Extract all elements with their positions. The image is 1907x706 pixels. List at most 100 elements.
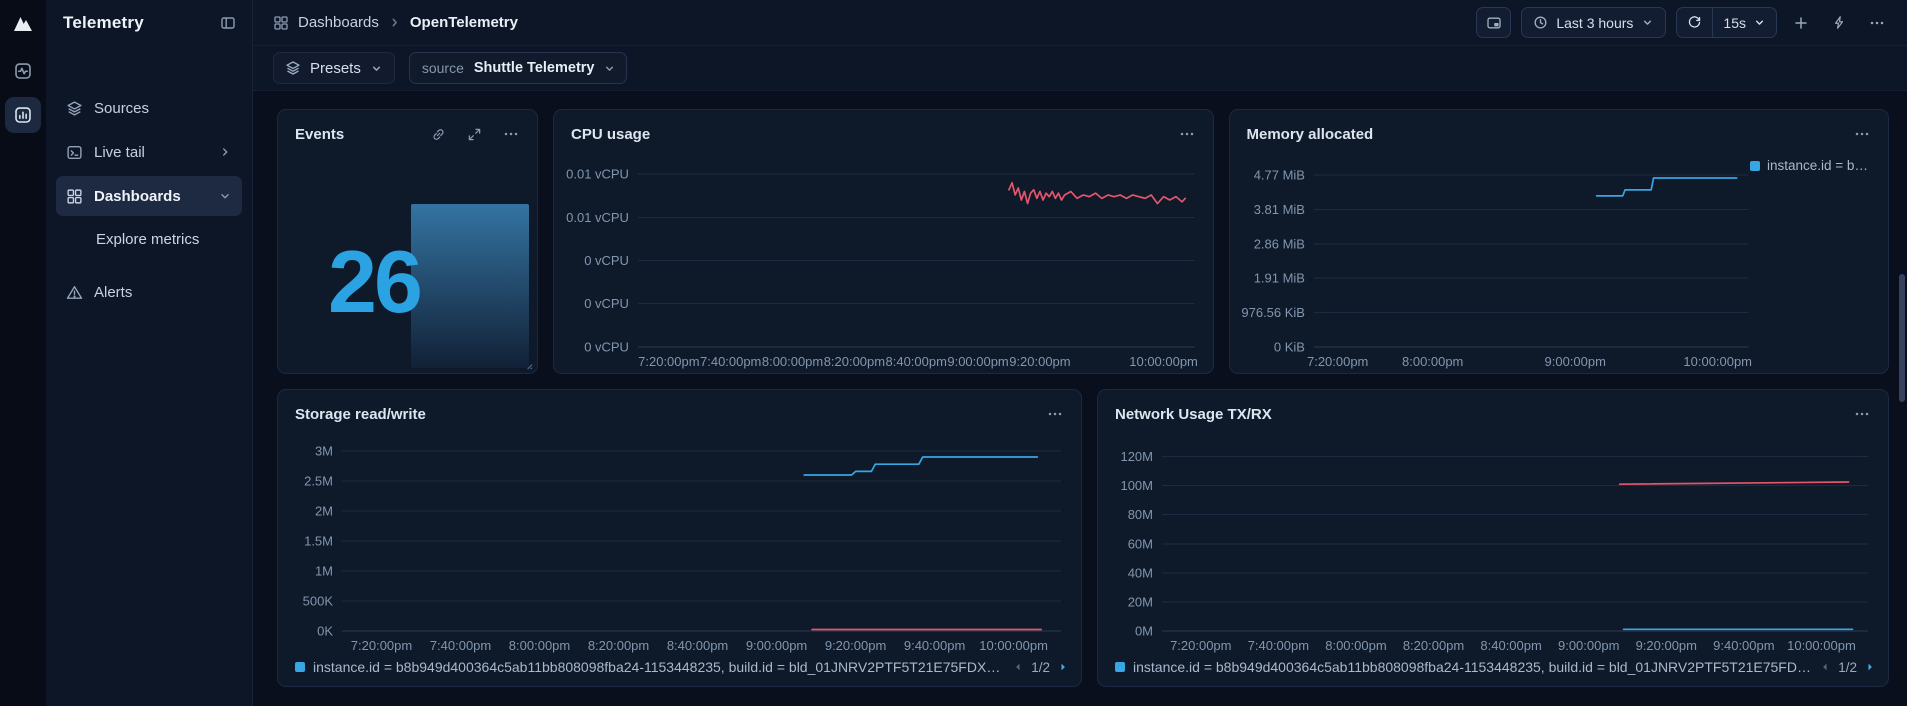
chevron-down-icon [1753, 16, 1766, 29]
rail-telemetry-button[interactable] [5, 97, 41, 133]
panel-left-icon [220, 15, 236, 31]
next-page-button[interactable] [1057, 661, 1069, 673]
next-page-icon [1057, 661, 1069, 673]
svg-text:10:00:00pm: 10:00:00pm [1683, 354, 1752, 369]
app-root: Telemetry Sources [0, 0, 1907, 706]
chart-legend: instance.id = b8b949d400364c5ab11bb80809… [278, 657, 1081, 686]
panel-menu-button[interactable] [1175, 122, 1199, 146]
breadcrumb-dashboards[interactable]: Dashboards [298, 14, 379, 31]
next-page-button[interactable] [1864, 661, 1876, 673]
svg-text:8:20:00pm: 8:20:00pm [588, 638, 649, 653]
refresh-interval-select[interactable]: 15s [1713, 8, 1776, 37]
svg-text:100M: 100M [1120, 478, 1153, 493]
svg-text:1.91 MiB: 1.91 MiB [1253, 271, 1304, 286]
prev-page-button[interactable] [1819, 661, 1831, 673]
svg-text:7:20:00pm: 7:20:00pm [638, 354, 699, 369]
source-select[interactable]: source Shuttle Telemetry [409, 52, 627, 84]
pip-view-button[interactable] [1476, 7, 1511, 38]
svg-text:7:20:00pm: 7:20:00pm [351, 638, 412, 653]
add-panel-button[interactable] [1787, 8, 1815, 38]
panel-menu-button[interactable] [1043, 402, 1067, 426]
svg-text:2.86 MiB: 2.86 MiB [1253, 236, 1304, 251]
svg-text:8:00:00pm: 8:00:00pm [1325, 638, 1386, 653]
svg-text:8:40:00pm: 8:40:00pm [886, 354, 947, 369]
time-range-value: Last 3 hours [1556, 15, 1633, 31]
sidebar-item-dashboards[interactable]: Dashboards [56, 176, 242, 216]
svg-text:8:40:00pm: 8:40:00pm [1480, 638, 1541, 653]
sidebar-item-explore-metrics[interactable]: Explore metrics [56, 220, 242, 258]
legend-label[interactable]: instance.id = b8b949d400364c5ab11bb80809… [1133, 659, 1811, 675]
svg-text:2.5M: 2.5M [304, 474, 333, 489]
top-actions: Last 3 hours 15s [1476, 7, 1891, 38]
svg-text:9:00:00pm: 9:00:00pm [1544, 354, 1605, 369]
svg-text:3.81 MiB: 3.81 MiB [1253, 202, 1304, 217]
refresh-group: 15s [1676, 7, 1777, 38]
legend-pager: 1/2 [1012, 660, 1069, 675]
header-more-button[interactable] [1863, 8, 1891, 38]
svg-text:0 vCPU: 0 vCPU [584, 339, 629, 354]
sidebar-item-label: Dashboards [94, 188, 181, 205]
panel-network: Network Usage TX/RX 120M100M80M60M40M20M… [1097, 389, 1889, 687]
panel-menu-button[interactable] [1850, 122, 1874, 146]
svg-text:0.01 vCPU: 0.01 vCPU [566, 210, 629, 225]
prev-page-icon [1012, 661, 1024, 673]
sidebar-item-sources[interactable]: Sources [56, 88, 242, 128]
time-range-select[interactable]: Last 3 hours [1521, 7, 1666, 38]
page-indicator: 1/2 [1031, 660, 1050, 675]
svg-text:9:40:00pm: 9:40:00pm [1713, 638, 1774, 653]
refresh-icon [1687, 15, 1702, 30]
svg-text:0 vCPU: 0 vCPU [584, 296, 629, 311]
resize-handle[interactable] [520, 357, 534, 371]
grid-icon [273, 15, 289, 31]
panel-memory-allocated: Memory allocated instance.id = b8b... 4.… [1229, 109, 1890, 374]
quick-actions-button[interactable] [1825, 8, 1853, 38]
storage-chart[interactable]: 3M2.5M2M1.5M1M500K0K7:20:00pm7:40:00pm8:… [278, 430, 1081, 657]
events-count: 26 [328, 238, 420, 326]
presets-button[interactable]: Presets [273, 52, 395, 84]
link-icon [431, 127, 446, 142]
betterstack-logo[interactable] [10, 11, 36, 37]
presets-label: Presets [310, 60, 361, 77]
collapse-sidebar-button[interactable] [216, 11, 240, 35]
presets-icon [285, 60, 301, 76]
top-bar: Dashboards OpenTelemetry Last [253, 0, 1907, 46]
panel-menu-button[interactable] [499, 122, 523, 146]
uptime-icon [14, 62, 32, 80]
chevron-down-icon [1641, 16, 1654, 29]
ellipsis-icon [1179, 126, 1195, 142]
next-page-icon [1864, 661, 1876, 673]
sidebar-item-live-tail[interactable]: Live tail [56, 132, 242, 172]
panel-link-button[interactable] [427, 123, 450, 146]
legend-label[interactable]: instance.id = b8b949d400364c5ab11bb80809… [313, 659, 1004, 675]
panel-title: CPU usage [571, 126, 650, 143]
rail-uptime-button[interactable] [5, 53, 41, 89]
prev-page-button[interactable] [1012, 661, 1024, 673]
cpu-usage-chart[interactable]: 0.01 vCPU0.01 vCPU0 vCPU0 vCPU0 vCPU7:20… [554, 150, 1213, 373]
svg-text:7:40:00pm: 7:40:00pm [430, 638, 491, 653]
source-select-label: source [410, 60, 474, 76]
svg-text:10:00:00pm: 10:00:00pm [1129, 354, 1198, 369]
layers-icon [66, 100, 83, 117]
svg-text:10:00:00pm: 10:00:00pm [979, 638, 1048, 653]
sidebar-item-alerts[interactable]: Alerts [56, 272, 242, 312]
refresh-button[interactable] [1677, 8, 1712, 37]
legend-label: instance.id = b8b... [1767, 158, 1875, 173]
legend-pager: 1/2 [1819, 660, 1876, 675]
svg-text:4.77 MiB: 4.77 MiB [1253, 168, 1304, 183]
panel-expand-button[interactable] [463, 123, 486, 146]
svg-text:0M: 0M [1135, 624, 1153, 639]
events-visual[interactable]: 26 [278, 150, 537, 373]
panel-title: Storage read/write [295, 406, 426, 423]
live-tail-icon [66, 144, 83, 161]
pip-icon [1486, 15, 1502, 31]
scrollbar-thumb[interactable] [1899, 274, 1905, 402]
svg-text:1M: 1M [315, 564, 333, 579]
ellipsis-icon [1854, 406, 1870, 422]
svg-text:9:20:00pm: 9:20:00pm [1009, 354, 1070, 369]
memory-allocated-chart[interactable]: 4.77 MiB3.81 MiB2.86 MiB1.91 MiB976.56 K… [1230, 150, 1889, 373]
network-chart[interactable]: 120M100M80M60M40M20M0M7:20:00pm7:40:00pm… [1098, 430, 1888, 657]
legend-item[interactable]: instance.id = b8b... [1750, 158, 1875, 173]
panel-title: Events [295, 126, 344, 143]
panel-menu-button[interactable] [1850, 402, 1874, 426]
legend-swatch [1750, 161, 1760, 171]
